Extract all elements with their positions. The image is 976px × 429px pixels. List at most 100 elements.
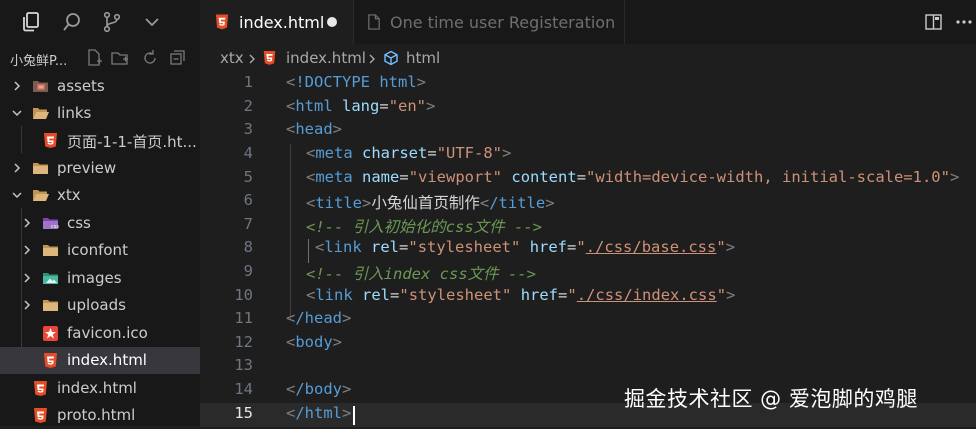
- tag-name: link: [324, 238, 362, 256]
- tree-item-xtx[interactable]: xtx: [0, 182, 200, 209]
- tree-item-label: uploads: [67, 296, 126, 314]
- tree-item-label: preview: [57, 159, 117, 177]
- line-number: 5: [243, 168, 253, 186]
- attr-value: "stylesheet": [408, 238, 521, 256]
- code-line: <link rel="stylesheet" href="./css/index…: [306, 286, 736, 304]
- tree-item-index-html-root[interactable]: index.html: [0, 375, 200, 402]
- tree-item-label: 页面-1-1-首页.ht...: [67, 133, 197, 151]
- tab-index-html[interactable]: index.html: [200, 0, 353, 44]
- code-line: <head>: [286, 120, 343, 138]
- line-number: 9: [243, 262, 253, 280]
- href-link[interactable]: ./css/index.css: [577, 286, 717, 304]
- chevron-right-icon: [24, 245, 31, 255]
- tab-registration[interactable]: One time user Registeration: [354, 0, 624, 44]
- tag-name: body: [295, 333, 333, 351]
- new-file-icon[interactable]: [84, 48, 104, 68]
- html5-icon: [263, 50, 276, 65]
- css-folder-icon: css: [43, 218, 59, 230]
- href-link[interactable]: ./css/base.css: [586, 238, 717, 256]
- tree-item-images[interactable]: images: [0, 265, 200, 292]
- tree-item-links[interactable]: links: [0, 100, 200, 127]
- tree-item-index-html[interactable]: index.html: [0, 347, 200, 374]
- indent-guide-active: [308, 239, 309, 263]
- attr-name: lang: [342, 97, 380, 115]
- split-editor-icon[interactable]: [924, 12, 944, 32]
- code-line: <title>小兔仙首页制作</title>: [306, 194, 555, 212]
- tag-name: head: [295, 120, 333, 138]
- html5-icon: [34, 381, 47, 396]
- tree-item-iconfont[interactable]: iconfont: [0, 237, 200, 264]
- html5-icon: [215, 14, 229, 30]
- tag-name: title: [315, 194, 363, 212]
- tree-item-uploads[interactable]: uploads: [0, 292, 200, 319]
- tree-item-favicon[interactable]: favicon.ico: [0, 320, 200, 347]
- favicon-icon: [43, 326, 58, 341]
- tree-item-css[interactable]: css css: [0, 210, 200, 237]
- project-title[interactable]: 小兔鲜P...: [10, 50, 67, 69]
- tab-label: One time user Registeration: [390, 13, 616, 32]
- breadcrumb-folder[interactable]: xtx: [220, 49, 244, 67]
- chevron-right-icon: [24, 273, 31, 283]
- tree-item-label: css: [67, 214, 91, 232]
- code-line: <body>: [286, 333, 343, 351]
- tree-item-preview[interactable]: preview: [0, 155, 200, 182]
- line-number: 14: [234, 380, 253, 398]
- explorer-header: 小兔鲜P...: [0, 44, 200, 72]
- tab-label: index.html: [239, 13, 325, 32]
- explorer-icon[interactable]: [20, 10, 44, 34]
- attr-value: "viewport": [408, 168, 503, 186]
- code-line: <link rel="stylesheet" href="./css/base.…: [315, 238, 736, 256]
- code-comment: <!-- 引入index css文件 -->: [306, 265, 536, 283]
- tag-name: /body: [295, 380, 343, 398]
- unsaved-dot-icon[interactable]: [327, 17, 337, 27]
- folder-open-icon: [33, 108, 49, 119]
- line-number: 4: [243, 144, 253, 162]
- svg-text:css: css: [51, 224, 59, 230]
- chevron-down-icon[interactable]: [140, 10, 164, 34]
- attr-value: "UTF-8": [436, 144, 503, 162]
- chevron-right-icon: [24, 300, 31, 310]
- attr-name: name: [362, 168, 400, 186]
- code-line: <!DOCTYPE html>: [286, 73, 427, 91]
- breadcrumb-file[interactable]: index.html: [286, 49, 366, 67]
- attr-name: href: [529, 238, 568, 256]
- code-editor[interactable]: 1 2 3 4 5 6 7 8 9 10 11 12 13 14 15 <!DO…: [200, 72, 976, 427]
- tree-item-label: xtx: [57, 186, 81, 204]
- folder-open-icon: [33, 190, 49, 201]
- tree-item-label: favicon.ico: [67, 324, 148, 342]
- watermark: 掘金技术社区 @ 爱泡脚的鸡腿: [624, 387, 918, 411]
- folder-icon: [43, 300, 58, 311]
- line-number: 1: [243, 73, 253, 91]
- chevron-right-icon: [249, 54, 255, 64]
- line-number: 13: [234, 356, 253, 374]
- tree-item-label: images: [67, 269, 122, 287]
- tag-name: meta: [315, 144, 353, 162]
- line-number: 6: [243, 191, 253, 209]
- new-folder-icon[interactable]: [110, 48, 130, 68]
- text-cursor: [353, 406, 355, 425]
- html5-icon: [44, 133, 57, 148]
- chevron-right-icon: [14, 163, 21, 173]
- tree-item-label: assets: [57, 77, 105, 95]
- collapse-all-icon[interactable]: [168, 48, 188, 68]
- tab-divider: [624, 0, 625, 44]
- chevron-down-icon: [12, 192, 22, 199]
- html5-icon: [34, 408, 47, 423]
- search-icon[interactable]: [60, 10, 84, 34]
- code-line: <!-- 引入index css文件 -->: [306, 262, 536, 284]
- more-actions-icon[interactable]: [954, 12, 974, 32]
- line-number: 8: [243, 238, 253, 256]
- assets-folder-icon: [33, 81, 48, 92]
- refresh-icon[interactable]: [140, 48, 160, 68]
- chevron-right-icon: [24, 218, 31, 228]
- breadcrumb-symbol[interactable]: html: [406, 49, 440, 67]
- tree-item-proto-html[interactable]: proto.html: [0, 402, 200, 429]
- tree-item-html-file[interactable]: 页面-1-1-首页.ht...: [0, 127, 200, 154]
- doctype: !DOCTYPE html: [295, 73, 417, 91]
- activity-bar: [0, 0, 200, 44]
- line-number: 12: [234, 333, 253, 351]
- chevron-right-icon: [14, 81, 21, 91]
- tag-name: meta: [315, 168, 353, 186]
- source-control-icon[interactable]: [100, 10, 124, 34]
- tree-item-assets[interactable]: assets: [0, 73, 200, 100]
